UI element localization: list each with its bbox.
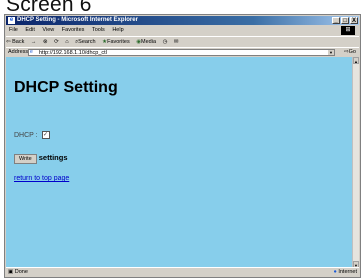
menu-bar: File Edit View Favorites Tools Help ⊞ (6, 26, 359, 35)
scroll-up-icon[interactable]: ▲ (353, 57, 359, 64)
home-button[interactable]: ⌂ (65, 37, 68, 47)
vertical-scrollbar[interactable]: ▲ ▼ (352, 57, 359, 268)
zone-indicator: ● Internet (333, 269, 357, 275)
address-bar: Address e http://192.168.1.10/dhcp_ctl ▼… (6, 47, 359, 57)
browser-window: e DHCP Setting - Microsoft Internet Explo… (4, 14, 361, 278)
dhcp-setting-row: DHCP : ✓ (14, 131, 50, 139)
history-icon: ◷ (162, 39, 168, 45)
title-bar: e DHCP Setting - Microsoft Internet Explo… (6, 16, 359, 25)
menu-view[interactable]: View (42, 27, 54, 33)
close-button[interactable]: X (350, 17, 358, 24)
status-text: ▣ Done (8, 269, 28, 275)
window-title: DHCP Setting - Microsoft Internet Explor… (17, 17, 138, 23)
menu-help[interactable]: Help (112, 27, 123, 33)
dhcp-checkbox[interactable]: ✓ (41, 131, 50, 139)
page-done-icon: ▣ (8, 269, 14, 275)
address-input[interactable]: e http://192.168.1.10/dhcp_ctl ▼ (28, 49, 335, 56)
search-button[interactable]: ⌕Search (75, 37, 96, 47)
menu-favorites[interactable]: Favorites (62, 27, 85, 33)
dhcp-label: DHCP : (14, 131, 38, 139)
forward-button[interactable]: → (31, 37, 37, 47)
refresh-icon: ⟳ (54, 39, 59, 45)
address-label: Address (8, 49, 29, 55)
stop-button[interactable]: ⊗ (43, 37, 48, 47)
back-arrow-icon: ⇦ (6, 39, 11, 45)
write-button[interactable]: Write (14, 154, 37, 164)
status-bar: ▣ Done ● Internet (6, 267, 359, 276)
write-row: Write settings (14, 153, 68, 164)
internet-explorer-icon: e (8, 17, 15, 24)
mail-icon: ✉ (173, 39, 179, 45)
page-content: DHCP Setting DHCP : ✓ Write settings retu… (6, 57, 352, 268)
window-controls: _ □ X (331, 17, 358, 26)
menu-tools[interactable]: Tools (92, 27, 105, 33)
globe-icon: ● (333, 269, 337, 275)
page-title: DHCP Setting (14, 79, 118, 96)
return-to-top-link[interactable]: return to top page (14, 175, 69, 182)
address-dropdown-icon[interactable]: ▼ (328, 50, 334, 55)
toolbar: ⇦ Back → ⊗ ⟳ ⌂ ⌕Search ★Favorites ◉Media… (6, 36, 359, 47)
back-button[interactable]: ⇦ Back (6, 37, 24, 47)
refresh-button[interactable]: ⟳ (54, 37, 59, 47)
minimize-button[interactable]: _ (332, 17, 340, 24)
history-button[interactable]: ◷ (163, 37, 168, 47)
settings-label: settings (38, 153, 68, 162)
home-icon: ⌂ (65, 39, 69, 45)
address-url: http://192.168.1.10/dhcp_ctl (39, 50, 107, 56)
go-button[interactable]: ⇨Go (344, 48, 356, 57)
favorites-button[interactable]: ★Favorites (102, 37, 130, 47)
maximize-button[interactable]: □ (341, 17, 349, 24)
stop-icon: ⊗ (42, 39, 48, 45)
menu-edit[interactable]: Edit (25, 27, 34, 33)
page-icon: e (30, 49, 33, 55)
menu-file[interactable]: File (9, 27, 18, 33)
media-button[interactable]: ◉Media (136, 37, 156, 47)
windows-logo-icon: ⊞ (341, 26, 355, 35)
mail-button[interactable]: ✉ (174, 37, 179, 47)
